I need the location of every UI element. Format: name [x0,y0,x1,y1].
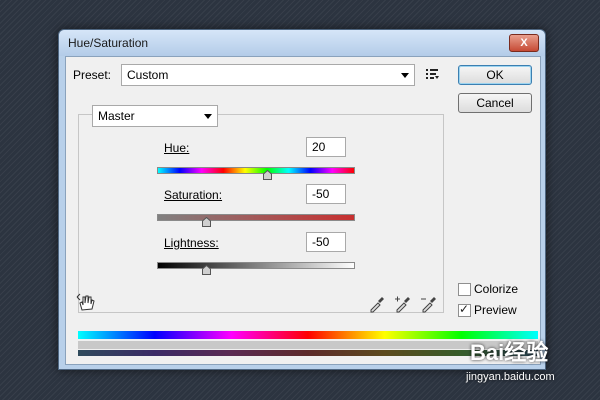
saturation-label: Saturation: [164,188,223,202]
preset-dropdown[interactable]: Custom [121,64,415,86]
preset-value: Custom [127,68,169,82]
dialog-content: Preset: Custom OK Cancel Master Hue: 20 [65,56,541,365]
input-color-bar [78,331,538,339]
channel-value: Master [98,109,135,123]
saturation-input[interactable]: -50 [306,184,346,204]
lightness-slider-track[interactable] [157,262,355,269]
title-bar[interactable]: Hue/Saturation X [59,30,545,56]
hue-input[interactable]: 20 [306,137,346,157]
close-button[interactable]: X [509,34,539,52]
eyedropper-icon[interactable] [368,295,386,313]
hue-label: Hue: [164,141,190,155]
watermark-url: jingyan.baidu.com [466,371,555,383]
hue-slider-thumb[interactable] [262,170,272,180]
colorize-label: Colorize [474,282,519,296]
lightness-slider-thumb[interactable] [202,265,211,275]
colorize-checkbox[interactable] [458,283,471,296]
chevron-down-icon [204,114,212,119]
saturation-slider-track[interactable] [157,214,355,221]
lightness-input[interactable]: -50 [306,232,346,252]
hue-value: 20 [312,140,326,154]
cancel-button[interactable]: Cancel [458,93,532,113]
lightness-label: Lightness: [164,236,219,250]
channel-dropdown[interactable]: Master [92,105,218,127]
ok-button[interactable]: OK [458,65,532,85]
saturation-slider-thumb[interactable] [202,217,211,227]
hue-saturation-dialog: Hue/Saturation X Preset: Custom OK Cance… [58,29,546,370]
watermark-logo: Bai经验 [470,340,549,365]
preset-label: Preset: [73,68,112,82]
preset-options-icon[interactable] [426,68,440,80]
eyedropper-minus-icon[interactable] [420,295,438,313]
hue-slider-track[interactable] [157,167,355,174]
preview-label: Preview [474,303,517,317]
range-bar [78,341,538,349]
close-icon: X [520,37,528,49]
saturation-value: -50 [312,187,330,201]
preview-checkbox[interactable] [458,302,471,317]
lightness-value: -50 [312,235,330,249]
chevron-down-icon [401,73,409,78]
targeted-adjustment-hand-icon[interactable] [76,293,96,313]
eyedropper-plus-icon[interactable] [394,295,412,313]
output-color-bar [78,350,538,356]
window-title: Hue/Saturation [68,36,149,50]
